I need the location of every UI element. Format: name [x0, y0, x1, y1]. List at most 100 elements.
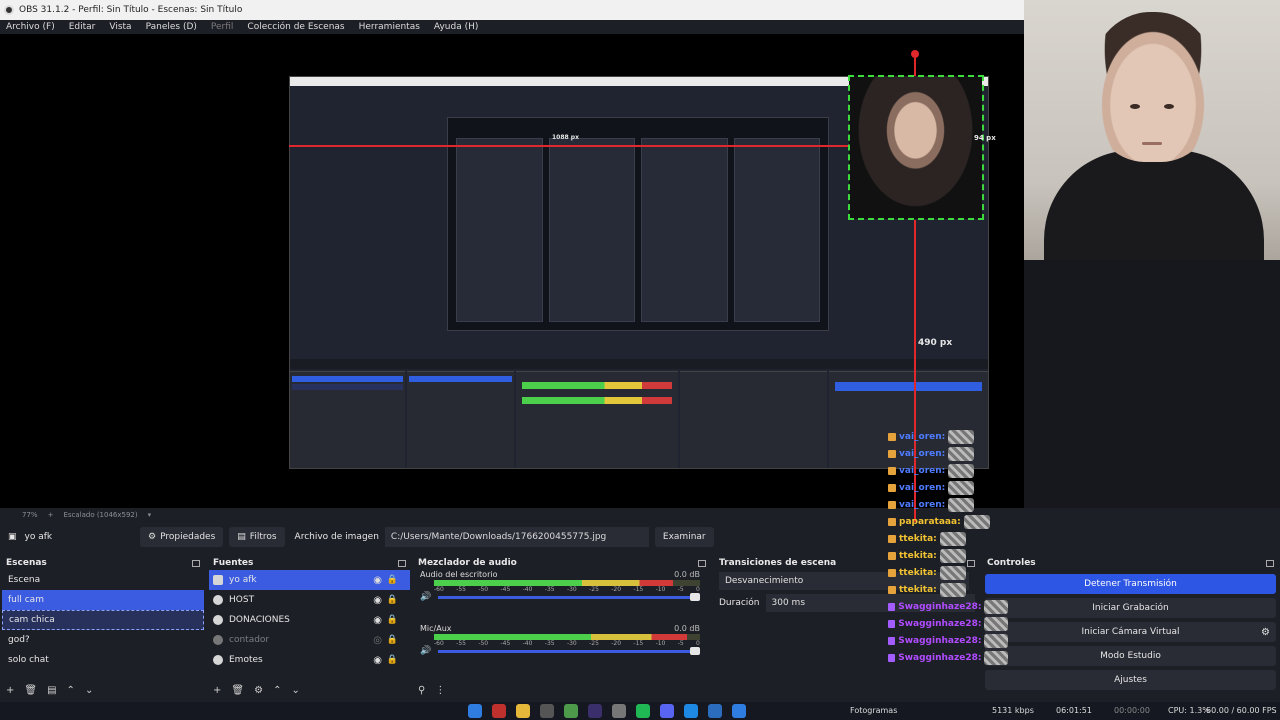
image-file-label: Archivo de imagen — [294, 532, 379, 542]
source-item[interactable]: contador ◎ 🔒 — [209, 630, 410, 650]
app-icon[interactable] — [732, 704, 746, 718]
scene-item[interactable]: full cam — [2, 590, 204, 610]
eye-hidden-icon[interactable]: ◎ — [373, 635, 382, 646]
image-source-icon: ▣ — [8, 532, 17, 542]
opera-icon[interactable] — [492, 704, 506, 718]
zoom-label[interactable]: 77% — [22, 511, 38, 519]
undock-icon[interactable] — [1266, 559, 1274, 567]
settings-button[interactable]: Ajustes — [985, 670, 1276, 690]
studio-mode-button[interactable]: Modo Estudio — [985, 646, 1276, 666]
lock-icon[interactable]: 🔒 — [387, 635, 398, 645]
menu-ayuda[interactable]: Ayuda (H) — [434, 22, 478, 32]
obs-taskbar-icon[interactable] — [540, 704, 554, 718]
volume-slider[interactable] — [438, 596, 694, 599]
up-arrow-icon[interactable]: ⌃ — [273, 685, 281, 696]
guide-left — [289, 145, 848, 147]
eye-icon[interactable]: ◉ — [373, 595, 382, 606]
source-item[interactable]: Emotes ◉ 🔒 — [209, 650, 410, 670]
add-icon[interactable]: + — [213, 685, 221, 696]
scene-item[interactable]: solo chat — [2, 650, 204, 670]
obs-logo-icon — [4, 5, 14, 15]
right-empty-pane — [1024, 260, 1280, 508]
width-guide-label: 1088 px — [552, 134, 579, 141]
speaker-icon[interactable]: 🔊 — [420, 592, 431, 602]
obs-window: OBS 31.1.2 - Perfil: Sin Título - Escena… — [0, 0, 1280, 720]
image-path-field[interactable]: C:/Users/Mante/Downloads/1766200455775.j… — [384, 527, 649, 547]
edge-icon[interactable] — [684, 704, 698, 718]
lock-icon[interactable]: 🔒 — [387, 655, 398, 665]
menu-coleccion-escenas[interactable]: Colección de Escenas — [247, 22, 344, 32]
undock-icon[interactable] — [398, 559, 406, 567]
menu-editar[interactable]: Editar — [69, 22, 96, 32]
lock-icon[interactable]: 🔒 — [387, 595, 398, 605]
gear-icon[interactable]: ⚙ — [254, 685, 263, 696]
sources-title: Fuentes — [213, 558, 254, 568]
menu-archivo[interactable]: Archivo (F) — [6, 22, 55, 32]
filter-icon[interactable]: ▤ — [47, 685, 56, 696]
virtual-camera-label: Iniciar Cámara Virtual — [1081, 627, 1180, 637]
browse-button[interactable]: Examinar — [654, 527, 714, 547]
meter-ticks: -60 -55 -50 -45 -40 -35 -30 -25 -20 -15 -10 -5 0 — [434, 586, 700, 593]
zoom-plus-icon[interactable]: + — [48, 511, 54, 519]
filters-button[interactable]: ▤ Filtros — [229, 527, 285, 547]
menu-perfil[interactable]: Perfil — [211, 22, 234, 32]
speaker-icon[interactable]: 🔊 — [420, 646, 431, 656]
eye-icon[interactable]: ◉ — [373, 575, 382, 586]
link-icon[interactable]: ⚲ — [418, 685, 425, 696]
scene-item[interactable]: Escena — [2, 570, 204, 590]
app-icon[interactable] — [636, 704, 650, 718]
app-icon[interactable] — [612, 704, 626, 718]
chat-emote-icon — [984, 616, 1008, 631]
more-icon[interactable]: ⋮ — [435, 685, 445, 696]
down-arrow-icon[interactable]: ⌄ — [85, 685, 93, 696]
stop-stream-button[interactable]: Detener Transmisión — [985, 574, 1276, 594]
chat-badge-icon — [888, 483, 896, 492]
volume-slider-knob[interactable] — [690, 647, 700, 655]
properties-button[interactable]: ⚙ Propiedades — [140, 527, 224, 547]
volume-slider[interactable] — [438, 650, 694, 653]
menu-herramientas[interactable]: Herramientas — [359, 22, 420, 32]
chat-username: vai_oren: — [899, 465, 946, 476]
source-item[interactable]: HOST ◉ 🔒 — [209, 590, 410, 610]
source-item[interactable]: DONACIONES ◉ 🔒 — [209, 610, 410, 630]
add-icon[interactable]: + — [6, 685, 14, 696]
menu-vista[interactable]: Vista — [109, 22, 131, 32]
volume-slider-knob[interactable] — [690, 593, 700, 601]
preview-canvas[interactable]: 490 px 1088 px 94 px — [0, 34, 1024, 522]
undock-icon[interactable] — [192, 559, 200, 567]
chat-emote-icon — [984, 599, 1008, 614]
start-recording-button[interactable]: Iniciar Grabación — [985, 598, 1276, 618]
menu-paneles[interactable]: Paneles (D) — [146, 22, 197, 32]
scale-label[interactable]: Escalado (1046x592) — [63, 511, 137, 519]
premiere-icon[interactable] — [588, 704, 602, 718]
undock-icon[interactable] — [698, 559, 706, 567]
scale-dropdown-icon[interactable]: ▾ — [148, 511, 152, 519]
trash-icon[interactable]: 🗑 — [24, 685, 37, 696]
up-arrow-icon[interactable]: ⌃ — [67, 685, 75, 696]
webcam-body — [1044, 150, 1264, 260]
offset-guide-label: 94 px — [974, 134, 996, 142]
virtual-camera-button[interactable]: Iniciar Cámara Virtual ⚙ — [985, 622, 1276, 642]
app-icon[interactable] — [564, 704, 578, 718]
fps-label: 60.00 / 60.00 FPS — [1206, 706, 1277, 715]
source-item[interactable]: yo afk ◉ 🔒 — [209, 570, 410, 590]
scenes-footer: + 🗑 ▤ ⌃ ⌄ — [6, 685, 93, 696]
rotate-handle[interactable] — [911, 50, 919, 58]
folder-icon[interactable] — [516, 704, 530, 718]
eye-icon[interactable]: ◉ — [373, 655, 382, 666]
source-selection-box[interactable] — [848, 75, 984, 220]
eye-icon[interactable]: ◉ — [373, 615, 382, 626]
discord-icon[interactable] — [660, 704, 674, 718]
lock-icon[interactable]: 🔒 — [387, 615, 398, 625]
chat-username: ttekita: — [899, 567, 937, 578]
scene-item[interactable]: cam chica — [2, 610, 204, 630]
gear-icon[interactable]: ⚙ — [1261, 627, 1270, 638]
lock-icon[interactable]: 🔒 — [387, 575, 398, 585]
nested-source-toolbar — [290, 359, 988, 369]
windows-start-icon[interactable] — [468, 704, 482, 718]
trash-icon[interactable]: 🗑 — [231, 685, 244, 696]
scene-item[interactable]: god? — [2, 630, 204, 650]
down-arrow-icon[interactable]: ⌄ — [291, 685, 299, 696]
chat-username: paparataaa: — [899, 516, 961, 527]
app-icon[interactable] — [708, 704, 722, 718]
